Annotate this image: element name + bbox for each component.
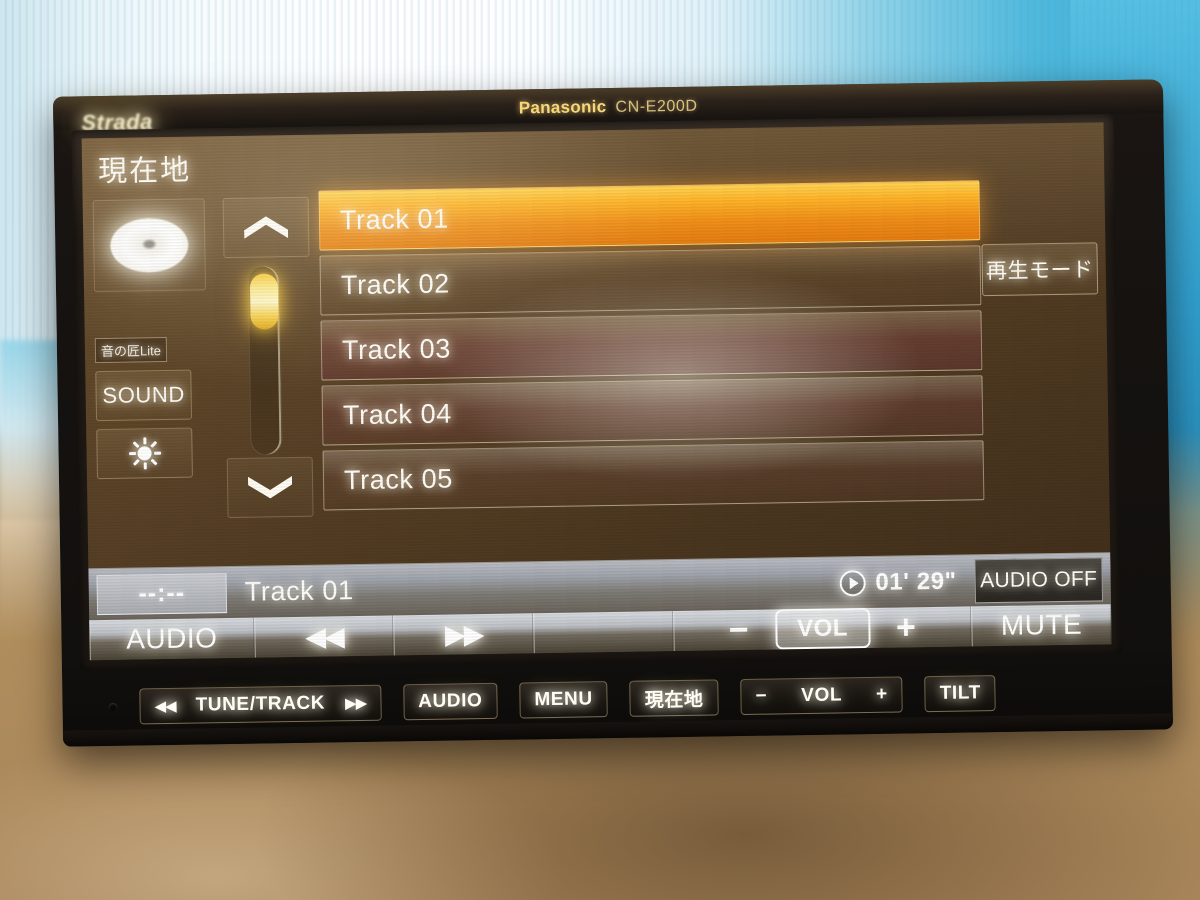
previous-track-icon: ◀◀ (304, 620, 343, 652)
track-list-item[interactable]: Track 02 (319, 245, 982, 316)
next-track-icon: ▶▶ (444, 618, 483, 650)
volume-up-button[interactable]: + (896, 608, 917, 647)
play-circle-icon (839, 569, 866, 596)
control-next-track-button[interactable]: ▶▶ (393, 613, 534, 656)
control-prev-track-button[interactable]: ◀◀ (253, 615, 395, 658)
scroll-down-button[interactable] (226, 456, 314, 519)
tune-prev-icon: ◀◀ (154, 697, 176, 716)
hw-volume-down-icon[interactable]: − (755, 686, 767, 708)
tune-track-label: TUNE/TRACK (195, 692, 326, 716)
right-rail: 再生モード (981, 242, 1099, 297)
playback-time-group: 01' 29" (839, 567, 957, 597)
scroll-up-button[interactable] (222, 196, 310, 259)
track-list-item[interactable]: Track 04 (321, 375, 984, 446)
sound-button[interactable]: SOUND (95, 369, 193, 422)
hw-volume-button[interactable]: − VOL + (740, 676, 904, 716)
chevron-up-icon (244, 216, 288, 239)
track-list-item[interactable]: Track 05 (322, 440, 985, 511)
panasonic-wordmark: Panasonic (518, 97, 607, 118)
left-rail: 音の匠Lite SOUND (92, 198, 215, 480)
control-audio-button[interactable]: AUDIO (89, 617, 255, 661)
hw-tilt-button[interactable]: TILT (924, 675, 997, 713)
volume-down-button[interactable]: − (728, 610, 749, 649)
oto-no-takumi-lite-label: 音の匠Lite (94, 337, 168, 364)
screen-bezel: 現在地 音の匠Lite SOUND Track 01 Track 02 Trac… (71, 114, 1122, 671)
screen-main-area: 現在地 音の匠Lite SOUND Track 01 Track 02 Trac… (82, 122, 1111, 568)
tune-next-icon: ▶▶ (344, 694, 367, 713)
chevron-down-icon (248, 476, 292, 499)
brightness-sun-icon (128, 437, 161, 470)
brightness-button[interactable] (96, 427, 193, 480)
clock-display: --:-- (96, 572, 228, 615)
page-title: 現在地 (97, 154, 192, 189)
elapsed-time: 01' 29" (875, 567, 957, 596)
play-mode-button[interactable]: 再生モード (981, 242, 1099, 297)
scrollbar-track[interactable] (247, 265, 283, 456)
control-volume-group: − VOL + (673, 606, 972, 652)
hw-tune-track-button[interactable]: ◀◀ TUNE/TRACK ▶▶ (139, 684, 382, 725)
car-navigation-head-unit: Strada Panasonic CN-E200D 現在地 音の匠Lite SOU… (52, 79, 1174, 747)
track-list-item[interactable]: Track 03 (320, 310, 983, 381)
scrollbar-thumb[interactable] (249, 273, 279, 330)
control-mute-button[interactable]: MUTE (971, 604, 1112, 647)
now-playing-label: Track 01 (244, 575, 354, 607)
track-list: Track 01 Track 02 Track 03 Track 04 Trac… (318, 180, 985, 515)
track-list-item[interactable]: Track 01 (318, 180, 981, 251)
lcd-screen[interactable]: 現在地 音の匠Lite SOUND Track 01 Track 02 Trac… (81, 122, 1112, 661)
cd-disc-icon (109, 217, 189, 273)
hw-volume-up-icon[interactable]: + (876, 684, 888, 706)
hw-menu-button[interactable]: MENU (519, 681, 609, 719)
volume-label[interactable]: VOL (774, 607, 871, 650)
source-disc-button[interactable] (92, 198, 207, 293)
hw-current-location-button[interactable]: 現在地 (629, 679, 719, 717)
hw-audio-button[interactable]: AUDIO (402, 682, 498, 721)
hw-volume-label: VOL (801, 684, 843, 707)
control-blank-button[interactable] (533, 611, 674, 654)
list-scroll-column (222, 196, 314, 519)
model-number: CN-E200D (615, 97, 698, 116)
audio-off-button[interactable]: AUDIO OFF (974, 556, 1104, 603)
reset-pinhole (108, 702, 118, 712)
